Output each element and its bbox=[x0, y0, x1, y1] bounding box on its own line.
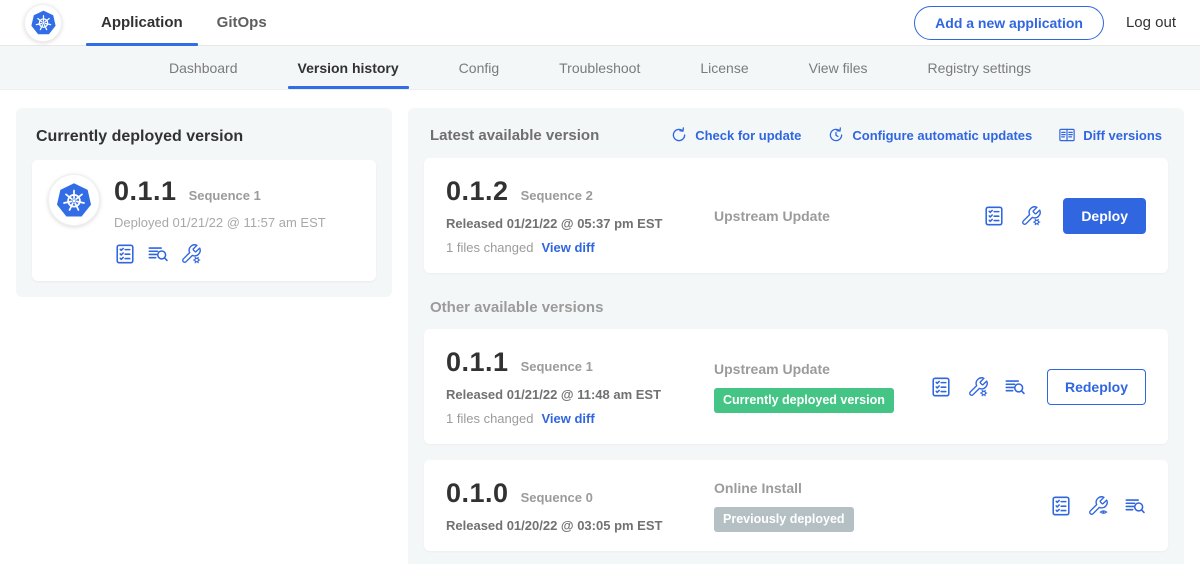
version-actions: Check for update Configure automatic upd… bbox=[670, 126, 1162, 144]
deployed-version-details: 0.1.1 Sequence 1 Deployed 01/21/22 @ 11:… bbox=[114, 174, 326, 265]
top-nav: Application GitOps Add a new application… bbox=[0, 0, 1200, 46]
redeploy-button[interactable]: Redeploy bbox=[1047, 369, 1146, 405]
refresh-icon bbox=[670, 126, 688, 144]
deployed-timestamp: Deployed 01/21/22 @ 11:57 am EST bbox=[114, 215, 326, 230]
main-content: Currently deployed version 0.1.1 Sequenc… bbox=[0, 90, 1200, 564]
preflight-checks-icon[interactable] bbox=[147, 243, 169, 265]
version-number: 0.1.2 bbox=[446, 176, 509, 207]
version-info: 0.1.0 Sequence 0 Released 01/20/22 @ 03:… bbox=[446, 478, 696, 533]
sequence-label: Sequence 0 bbox=[521, 490, 593, 505]
view-diff-link[interactable]: View diff bbox=[541, 411, 594, 426]
subnav-troubleshoot[interactable]: Troubleshoot bbox=[529, 46, 670, 89]
deployed-sequence-label: Sequence 1 bbox=[189, 188, 261, 203]
diff-versions-icon bbox=[1058, 126, 1076, 144]
edit-config-icon[interactable] bbox=[1020, 205, 1042, 227]
deployed-version-number: 0.1.1 bbox=[114, 176, 177, 207]
preflight-checks-icon[interactable] bbox=[1124, 495, 1146, 517]
previously-deployed-badge: Previously deployed bbox=[714, 507, 854, 532]
check-for-update-label: Check for update bbox=[695, 128, 801, 143]
tab-gitops[interactable]: GitOps bbox=[200, 0, 284, 46]
tab-application[interactable]: Application bbox=[84, 0, 200, 46]
latest-version-header: Latest available version Check for updat… bbox=[430, 126, 1162, 144]
release-notes-icon[interactable] bbox=[983, 205, 1005, 227]
version-source: Upstream Update Currently deployed versi… bbox=[696, 361, 930, 413]
subnav-config[interactable]: Config bbox=[429, 46, 529, 89]
version-source: Online Install Previously deployed bbox=[696, 480, 1050, 532]
currently-deployed-panel: Currently deployed version 0.1.1 Sequenc… bbox=[16, 108, 392, 297]
sequence-label: Sequence 1 bbox=[521, 359, 593, 374]
tab-gitops-label: GitOps bbox=[217, 14, 267, 31]
sequence-label: Sequence 2 bbox=[521, 188, 593, 203]
subnav-version-history[interactable]: Version history bbox=[268, 46, 429, 89]
configure-updates-link[interactable]: Configure automatic updates bbox=[827, 126, 1032, 144]
version-source: Upstream Update bbox=[696, 208, 983, 224]
released-timestamp: Released 01/20/22 @ 03:05 pm EST bbox=[446, 518, 696, 533]
version-number: 0.1.1 bbox=[446, 347, 509, 378]
deploy-button[interactable]: Deploy bbox=[1063, 198, 1146, 234]
source-label: Upstream Update bbox=[714, 361, 930, 377]
other-versions-title: Other available versions bbox=[430, 299, 1162, 316]
app-logo bbox=[48, 174, 100, 226]
subnav-view-files[interactable]: View files bbox=[779, 46, 898, 89]
version-info: 0.1.2 Sequence 2 Released 01/21/22 @ 05:… bbox=[446, 176, 696, 255]
kots-admin-console: Application GitOps Add a new application… bbox=[0, 0, 1200, 564]
subnav-registry-settings[interactable]: Registry settings bbox=[898, 46, 1061, 89]
kubernetes-app-icon bbox=[55, 181, 93, 219]
diff-versions-link[interactable]: Diff versions bbox=[1058, 126, 1162, 144]
app-subnav: Dashboard Version history Config Trouble… bbox=[0, 46, 1200, 90]
subnav-license[interactable]: License bbox=[670, 46, 778, 89]
source-label: Upstream Update bbox=[714, 208, 983, 224]
release-notes-icon[interactable] bbox=[930, 376, 952, 398]
preflight-checks-icon[interactable] bbox=[1004, 376, 1026, 398]
source-label: Online Install bbox=[714, 480, 1050, 496]
version-card-actions: Deploy bbox=[983, 198, 1146, 234]
release-notes-icon[interactable] bbox=[114, 243, 136, 265]
kubernetes-logo-icon bbox=[30, 9, 57, 36]
kubernetes-logo bbox=[24, 4, 62, 42]
release-notes-icon[interactable] bbox=[1050, 495, 1072, 517]
released-timestamp: Released 01/21/22 @ 05:37 pm EST bbox=[446, 216, 696, 231]
deployed-version-card: 0.1.1 Sequence 1 Deployed 01/21/22 @ 11:… bbox=[32, 160, 376, 281]
version-number: 0.1.0 bbox=[446, 478, 509, 509]
configure-updates-label: Configure automatic updates bbox=[852, 128, 1032, 143]
deployed-panel-title: Currently deployed version bbox=[36, 128, 372, 146]
view-diff-link[interactable]: View diff bbox=[541, 240, 594, 255]
subnav-dashboard[interactable]: Dashboard bbox=[139, 46, 268, 89]
check-for-update-link[interactable]: Check for update bbox=[670, 126, 801, 144]
version-card-deployed: 0.1.1 Sequence 1 Released 01/21/22 @ 11:… bbox=[424, 329, 1168, 444]
files-changed-label: 1 files changed bbox=[446, 240, 533, 255]
version-card-latest: 0.1.2 Sequence 2 Released 01/21/22 @ 05:… bbox=[424, 158, 1168, 273]
deployed-actions bbox=[114, 243, 326, 265]
version-card-actions bbox=[1050, 495, 1146, 517]
version-card-actions: Redeploy bbox=[930, 369, 1146, 405]
header-tabs: Application GitOps bbox=[84, 0, 284, 46]
add-application-button[interactable]: Add a new application bbox=[914, 6, 1104, 40]
diff-versions-label: Diff versions bbox=[1083, 128, 1162, 143]
currently-deployed-badge: Currently deployed version bbox=[714, 388, 894, 413]
edit-config-icon[interactable] bbox=[967, 376, 989, 398]
tab-application-label: Application bbox=[101, 14, 183, 31]
latest-version-title: Latest available version bbox=[430, 127, 599, 144]
released-timestamp: Released 01/21/22 @ 11:48 am EST bbox=[446, 387, 696, 402]
auto-update-clock-icon bbox=[827, 126, 845, 144]
edit-config-icon[interactable] bbox=[180, 243, 202, 265]
view-config-icon[interactable] bbox=[1087, 495, 1109, 517]
version-history-panel: Latest available version Check for updat… bbox=[408, 108, 1184, 564]
files-changed-label: 1 files changed bbox=[446, 411, 533, 426]
header-right: Add a new application Log out bbox=[914, 6, 1176, 40]
logout-link[interactable]: Log out bbox=[1126, 14, 1176, 31]
version-info: 0.1.1 Sequence 1 Released 01/21/22 @ 11:… bbox=[446, 347, 696, 426]
version-card-previous: 0.1.0 Sequence 0 Released 01/20/22 @ 03:… bbox=[424, 460, 1168, 551]
